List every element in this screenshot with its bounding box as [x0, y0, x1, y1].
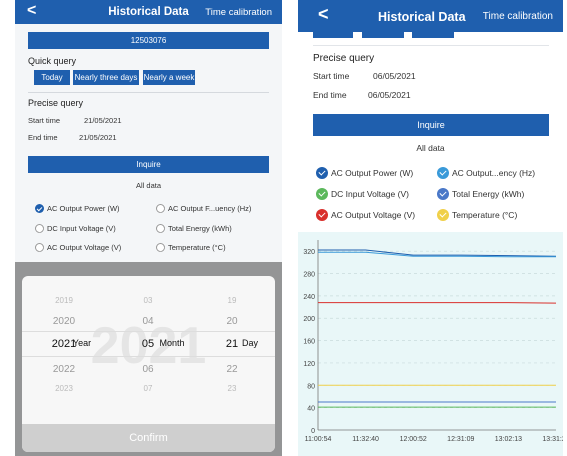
picker-year-option[interactable]: 2020: [34, 316, 94, 327]
x-tick-label: 11:32:40: [352, 436, 379, 443]
y-tick-label: 160: [303, 339, 315, 346]
legend-total-energy[interactable]: Total Energy (kWh): [437, 188, 524, 200]
y-tick-label: 0: [311, 428, 315, 435]
x-tick-label: 12:00:52: [400, 436, 427, 443]
all-data-link[interactable]: All data: [298, 143, 563, 153]
back-arrow-icon[interactable]: <: [318, 4, 329, 25]
legend-ac-output-power[interactable]: AC Output Power (W): [316, 167, 413, 179]
x-tick-label: 12:31:09: [447, 436, 474, 443]
picker-day-option[interactable]: 23: [202, 384, 262, 393]
legend-ac-output-frequency[interactable]: AC Output...ency (Hz): [437, 167, 535, 179]
checkbox-icon: [437, 209, 449, 221]
inquire-button[interactable]: Inquire: [313, 114, 549, 136]
picker-year-option[interactable]: 2022: [34, 364, 94, 375]
legend-total-energy[interactable]: Total Energy (kWh): [156, 224, 232, 233]
precise-query-title: Precise query: [313, 53, 375, 64]
quick-today-button[interactable]: Today: [34, 70, 70, 85]
picker-day-option[interactable]: 19: [202, 296, 262, 305]
start-time-value[interactable]: 21/05/2021: [84, 116, 122, 125]
checkbox-icon: [316, 167, 328, 179]
start-time-label: Start time: [313, 71, 350, 81]
legend-ac-output-power[interactable]: AC Output Power (W): [35, 204, 120, 213]
checkbox-icon: [35, 204, 44, 213]
start-time-value[interactable]: 06/05/2021: [373, 71, 416, 81]
legend-ac-output-voltage[interactable]: AC Output Voltage (V): [35, 243, 121, 252]
picker-month-option[interactable]: 04: [118, 316, 178, 327]
nav-bar: < Historical Data Time calibration: [298, 0, 563, 32]
start-time-label: Start time: [28, 116, 61, 125]
quick-week-button[interactable]: Nearly a week: [143, 70, 195, 85]
nav-bar: < Historical Data Time calibration: [15, 0, 282, 24]
inquire-button[interactable]: Inquire: [28, 156, 269, 173]
checkbox-icon: [316, 188, 328, 200]
y-tick-label: 40: [307, 406, 315, 413]
checkbox-icon: [316, 209, 328, 221]
quick-button-partial[interactable]: [362, 32, 404, 38]
picker-month-option[interactable]: 03: [118, 296, 178, 305]
picker-day-unit: Day: [241, 338, 258, 348]
left-phone-screen: < Historical Data Time calibration 12503…: [15, 0, 282, 456]
legend-temperature[interactable]: Temperature (°C): [156, 243, 226, 252]
time-calibration-link[interactable]: Time calibration: [205, 7, 272, 18]
legend-ac-output-voltage[interactable]: AC Output Voltage (V): [316, 209, 415, 221]
legend-dc-input-voltage[interactable]: DC Input Voltage (V): [316, 188, 409, 200]
legend-temperature[interactable]: Temperature (°C): [437, 209, 517, 221]
quick-button-partial[interactable]: [313, 32, 353, 38]
all-data-link[interactable]: All data: [15, 181, 282, 190]
picker-month-option[interactable]: 06: [118, 364, 178, 375]
y-tick-label: 320: [303, 249, 315, 256]
picker-month-option[interactable]: 07: [118, 384, 178, 393]
y-tick-label: 240: [303, 294, 315, 301]
series-line: [318, 302, 557, 304]
device-serial-selector[interactable]: 12503076: [28, 32, 269, 49]
chart-area[interactable]: 0 40 80 120 160 200 240 280 320 11:00:54 11:32:40 1…: [298, 232, 563, 456]
x-tick-label: 13:31:26: [542, 436, 563, 443]
checkbox-icon: [156, 224, 165, 233]
checkbox-icon: [35, 224, 44, 233]
legend-ac-output-frequency[interactable]: AC Output F...uency (Hz): [156, 204, 251, 213]
picker-day-option[interactable]: 20: [202, 316, 262, 327]
time-calibration-link[interactable]: Time calibration: [483, 11, 553, 22]
end-time-label: End time: [28, 133, 58, 142]
checkbox-icon: [35, 243, 44, 252]
checkbox-icon: [156, 243, 165, 252]
y-tick-label: 120: [303, 361, 315, 368]
checkbox-icon: [156, 204, 165, 213]
x-tick-label: 11:00:54: [305, 436, 332, 443]
quick-three-days-button[interactable]: Nearly three days: [73, 70, 139, 85]
page-title: Historical Data: [378, 10, 466, 24]
picker-year-option[interactable]: 2019: [34, 296, 94, 305]
confirm-button[interactable]: Confirm: [22, 424, 275, 452]
y-tick-label: 200: [303, 316, 315, 323]
picker-year-unit: Year: [72, 338, 92, 348]
end-time-value[interactable]: 21/05/2021: [79, 133, 117, 142]
quick-query-title: Quick query: [28, 56, 77, 66]
date-picker[interactable]: 2021 2019 2020 2021 Year 2022 2023 03 04…: [22, 276, 275, 452]
precise-query-title: Precise query: [28, 98, 84, 108]
quick-button-partial[interactable]: [412, 32, 454, 38]
checkbox-icon: [437, 188, 449, 200]
y-tick-label: 80: [307, 383, 315, 390]
x-tick-label: 13:02:13: [495, 436, 522, 443]
checkbox-icon: [437, 167, 449, 179]
picker-month-unit: Month: [159, 338, 185, 348]
legend-dc-input-voltage[interactable]: DC Input Voltage (V): [35, 224, 116, 233]
end-time-label: End time: [313, 90, 347, 100]
divider: [28, 92, 269, 93]
line-chart: 0 40 80 120 160 200 240 280 320 11:00:54 11:32:40 1…: [303, 240, 563, 443]
end-time-value[interactable]: 06/05/2021: [368, 90, 411, 100]
series-line: [318, 249, 557, 257]
right-phone-screen: < Historical Data Time calibration Preci…: [298, 0, 563, 456]
picker-year-option[interactable]: 2023: [34, 384, 94, 393]
y-tick-label: 280: [303, 272, 315, 279]
divider: [313, 45, 549, 46]
picker-day-option[interactable]: 22: [202, 364, 262, 375]
